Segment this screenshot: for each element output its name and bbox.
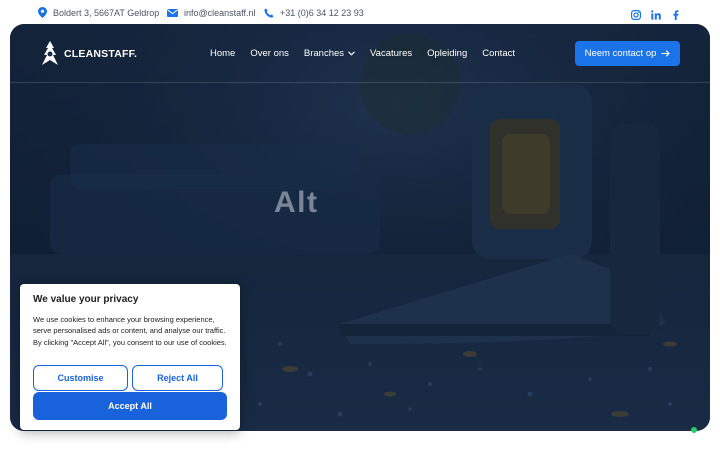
- customise-button[interactable]: Customise: [33, 365, 128, 391]
- nav-home[interactable]: Home: [210, 48, 235, 59]
- phone-icon: [264, 8, 274, 18]
- social-links: [631, 7, 682, 21]
- chevron-down-icon: [348, 51, 355, 56]
- facebook-icon[interactable]: [671, 7, 682, 20]
- envelope-icon: [167, 8, 178, 17]
- header-divider: [10, 82, 710, 83]
- cookie-consent-banner: We value your privacy We use cookies to …: [20, 284, 240, 430]
- nav-opleiding[interactable]: Opleiding: [427, 48, 467, 59]
- top-contact-bar: Boldert 3, 5667AT Geldrop info@cleanstaf…: [0, 0, 720, 24]
- phone-text: +31 (0)6 34 12 23 93: [280, 7, 364, 18]
- site-logo[interactable]: CLEANSTAFF.: [40, 41, 137, 67]
- arrow-right-icon: [661, 50, 671, 57]
- accept-all-button[interactable]: Accept All: [33, 392, 227, 420]
- cta-label: Neem contact op: [584, 48, 657, 59]
- cookie-title: We value your privacy: [33, 294, 139, 305]
- nav-over-ons[interactable]: Over ons: [250, 48, 289, 59]
- status-dot: [691, 427, 697, 433]
- hero-image-alt-text: Alt: [274, 186, 319, 219]
- location-pin-icon: [38, 7, 47, 18]
- phone-item[interactable]: +31 (0)6 34 12 23 93: [264, 6, 364, 19]
- logo-text: CLEANSTAFF.: [64, 48, 138, 60]
- main-nav: Home Over ons Branches Vacatures Opleidi…: [210, 48, 515, 59]
- reject-all-button[interactable]: Reject All: [132, 365, 223, 391]
- address-text: Boldert 3, 5667AT Geldrop: [53, 7, 160, 18]
- nav-contact[interactable]: Contact: [482, 48, 515, 59]
- contact-cta-button[interactable]: Neem contact op: [575, 41, 680, 66]
- email-text: info@cleanstaff.nl: [184, 7, 256, 18]
- email-item[interactable]: info@cleanstaff.nl: [167, 6, 256, 19]
- cleanstaff-logo-icon: [42, 41, 58, 65]
- instagram-icon[interactable]: [631, 7, 642, 21]
- cookie-body: We use cookies to enhance your browsing …: [33, 315, 227, 347]
- address-item[interactable]: Boldert 3, 5667AT Geldrop: [38, 6, 159, 19]
- nav-vacatures[interactable]: Vacatures: [370, 48, 412, 59]
- nav-branches-label: Branches: [303, 48, 345, 59]
- linkedin-icon[interactable]: [651, 7, 662, 20]
- nav-branches[interactable]: Branches: [304, 48, 355, 59]
